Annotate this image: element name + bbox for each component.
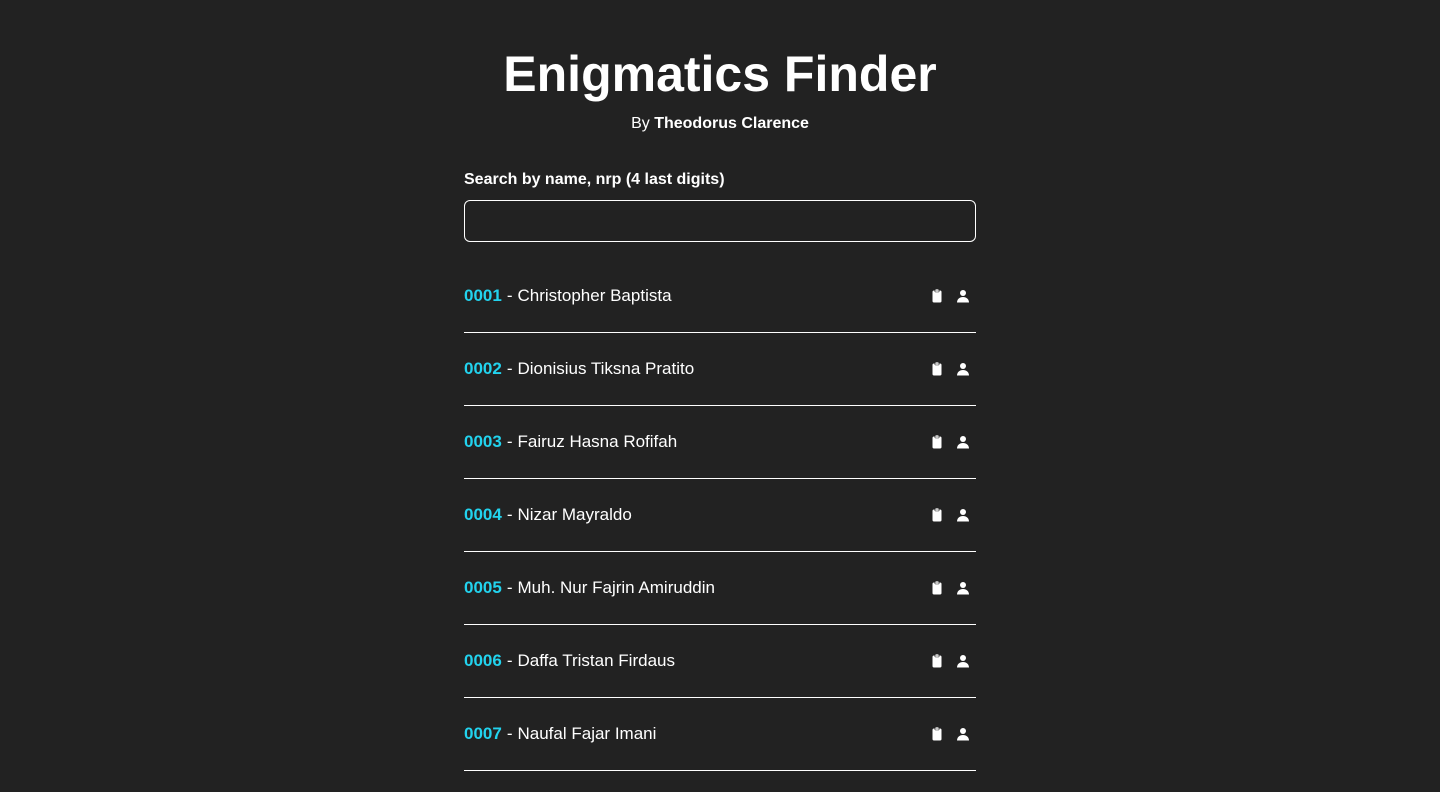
clipboard-icon[interactable]	[930, 581, 944, 595]
list-item-text: 0004- Nizar Mayraldo	[464, 505, 632, 524]
user-icon[interactable]	[956, 435, 970, 449]
clipboard-icon[interactable]	[930, 435, 944, 449]
clipboard-icon[interactable]	[930, 508, 944, 522]
nrp-label: 0006	[464, 651, 502, 670]
list-item-text: 0003- Fairuz Hasna Rofifah	[464, 432, 678, 451]
list-item-text: 0001- Christopher Baptista	[464, 286, 672, 305]
person-name: Fairuz Hasna Rofifah	[517, 432, 678, 451]
clipboard-icon[interactable]	[930, 362, 944, 376]
person-name: Dionisius Tiksna Pratito	[517, 359, 695, 378]
nrp-label: 0004	[464, 505, 502, 524]
list-item[interactable]: 0004- Nizar Mayraldo	[464, 479, 976, 552]
search-label: Search by name, nrp (4 last digits)	[464, 171, 725, 188]
nrp-label: 0002	[464, 359, 502, 378]
person-name: Daffa Tristan Firdaus	[517, 651, 675, 670]
list-item-text: 0006- Daffa Tristan Firdaus	[464, 651, 675, 670]
list-item[interactable]: 0003- Fairuz Hasna Rofifah	[464, 406, 976, 479]
row-actions	[930, 435, 976, 449]
person-name: Nizar Mayraldo	[517, 505, 632, 524]
row-actions	[930, 289, 976, 303]
nrp-label: 0007	[464, 724, 502, 743]
row-actions	[930, 654, 976, 668]
list-item[interactable]: 0007- Naufal Fajar Imani	[464, 698, 976, 771]
row-actions	[930, 508, 976, 522]
author-name: Theodorus Clarence	[654, 115, 809, 132]
byline: By Theodorus Clarence	[0, 114, 1440, 134]
person-name: Christopher Baptista	[517, 286, 672, 305]
user-icon[interactable]	[956, 581, 970, 595]
page: Enigmatics Finder By Theodorus Clarence …	[0, 0, 1440, 792]
list-item[interactable]: 0005- Muh. Nur Fajrin Amiruddin	[464, 552, 976, 625]
clipboard-icon[interactable]	[930, 289, 944, 303]
person-name: Naufal Fajar Imani	[517, 724, 657, 743]
nrp-label: 0001	[464, 286, 502, 305]
user-icon[interactable]	[956, 508, 970, 522]
clipboard-icon[interactable]	[930, 654, 944, 668]
page-title: Enigmatics Finder	[503, 46, 937, 102]
person-name: Muh. Nur Fajrin Amiruddin	[517, 578, 715, 597]
clipboard-icon[interactable]	[930, 727, 944, 741]
list-item-text: 0005- Muh. Nur Fajrin Amiruddin	[464, 578, 715, 597]
nrp-label: 0005	[464, 578, 502, 597]
nrp-label: 0003	[464, 432, 502, 451]
list-item[interactable]: 0002- Dionisius Tiksna Pratito	[464, 333, 976, 406]
row-actions	[930, 362, 976, 376]
row-actions	[930, 727, 976, 741]
byline-prefix: By	[631, 115, 650, 132]
list-item[interactable]: 0006- Daffa Tristan Firdaus	[464, 625, 976, 698]
user-icon[interactable]	[956, 362, 970, 376]
row-actions	[930, 581, 976, 595]
people-list: 0001- Christopher Baptista 0002- Dionisius…	[464, 260, 976, 771]
main-content: Search by name, nrp (4 last digits) 0001…	[464, 170, 976, 771]
list-item-text: 0007- Naufal Fajar Imani	[464, 724, 657, 743]
user-icon[interactable]	[956, 289, 970, 303]
user-icon[interactable]	[956, 654, 970, 668]
list-item[interactable]: 0001- Christopher Baptista	[464, 260, 976, 333]
user-icon[interactable]	[956, 727, 970, 741]
search-input[interactable]	[464, 200, 976, 242]
list-item-text: 0002- Dionisius Tiksna Pratito	[464, 359, 695, 378]
